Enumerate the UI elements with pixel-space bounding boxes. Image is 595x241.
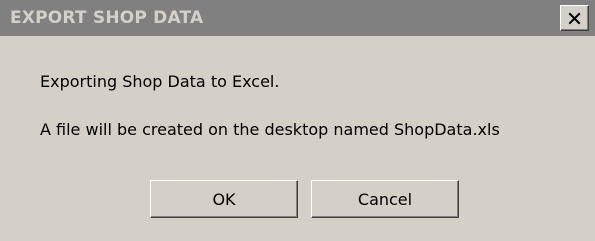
close-button[interactable]: [560, 5, 589, 31]
message-line-2: A file will be created on the desktop na…: [40, 120, 500, 139]
message-line-1: Exporting Shop Data to Excel.: [40, 72, 280, 91]
window-title: EXPORT SHOP DATA: [10, 8, 204, 28]
title-bar[interactable]: EXPORT SHOP DATA: [0, 0, 595, 36]
ok-button[interactable]: OK: [150, 180, 298, 218]
cancel-button[interactable]: Cancel: [311, 180, 459, 218]
export-shop-data-dialog: EXPORT SHOP DATA Exporting Shop Data to …: [0, 0, 595, 241]
close-icon: [568, 12, 581, 24]
